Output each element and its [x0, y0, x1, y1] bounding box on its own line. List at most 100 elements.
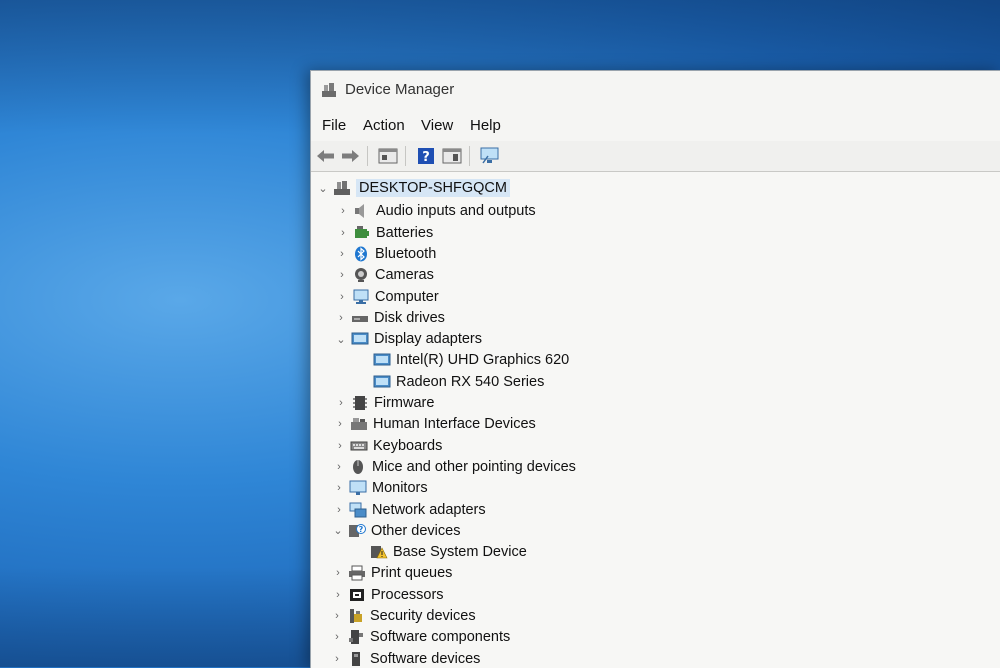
warning-device-icon	[371, 546, 388, 559]
printer-icon	[349, 565, 365, 581]
other-devices-icon: ?	[349, 523, 366, 537]
tree-category-label: Processors	[371, 586, 444, 603]
tree-category-bluetooth[interactable]: › Bluetooth	[336, 244, 436, 264]
expand-chevron-icon[interactable]: ›	[336, 269, 348, 281]
tree-category-label: Mice and other pointing devices	[372, 458, 576, 475]
expand-chevron-icon[interactable]: ›	[333, 482, 345, 494]
expand-chevron-icon[interactable]: ›	[335, 312, 347, 324]
window-title: Device Manager	[345, 81, 455, 98]
mouse-icon	[353, 459, 363, 474]
tree-category-disk-drives[interactable]: › Disk drives	[335, 308, 445, 328]
tree-device-base-system-device[interactable]: Base System Device	[366, 542, 527, 562]
tree-device-radeon-rx-540-series[interactable]: Radeon RX 540 Series	[369, 372, 544, 392]
tree-category-label: Bluetooth	[375, 245, 437, 262]
display-adapter-icon	[373, 375, 391, 388]
processor-icon	[350, 588, 364, 601]
svg-text:?: ?	[359, 525, 364, 534]
expand-chevron-icon[interactable]: ›	[331, 653, 343, 665]
tree-category-print-queues[interactable]: › Print queues	[332, 563, 452, 583]
tree-category-label: Computer	[375, 288, 439, 305]
forward-icon[interactable]	[339, 145, 361, 167]
expand-chevron-icon[interactable]: ›	[334, 440, 346, 452]
menu-view[interactable]: View	[421, 117, 453, 134]
toolbar: ?	[311, 141, 1000, 172]
tree-category-label: Cameras	[375, 267, 434, 284]
menu-help[interactable]: Help	[470, 117, 501, 134]
computer-root-icon	[334, 181, 350, 195]
tree-device-intel-r-uhd-graphics-620[interactable]: Intel(R) UHD Graphics 620	[369, 350, 569, 370]
expand-chevron-icon[interactable]: ›	[331, 631, 343, 643]
show-hide-icon[interactable]	[441, 145, 463, 167]
monitor-icon	[349, 480, 367, 496]
device-manager-window: Device Manager File Action View Help ? ⌄…	[310, 70, 1000, 668]
title-bar[interactable]: Device Manager	[311, 71, 1000, 111]
expand-chevron-icon[interactable]: ›	[336, 291, 348, 303]
tree-category-firmware[interactable]: › Firmware	[335, 393, 434, 413]
toolbar-separator	[469, 146, 470, 166]
tree-category-computer[interactable]: › Computer	[336, 287, 439, 307]
tree-category-label: Batteries	[376, 224, 434, 241]
tree-category-keyboards[interactable]: › Keyboards	[334, 436, 442, 456]
tree-category-label: Software components	[370, 629, 511, 646]
tree-category-label: Monitors	[372, 480, 428, 497]
tree-device-label: Intel(R) UHD Graphics 620	[396, 352, 570, 369]
expand-chevron-icon[interactable]: ›	[335, 397, 347, 409]
expand-chevron-icon[interactable]: ›	[332, 567, 344, 579]
tree-category-monitors[interactable]: › Monitors	[333, 478, 428, 498]
expand-chevron-icon[interactable]: ›	[334, 418, 346, 430]
collapse-chevron-icon[interactable]: ⌄	[332, 524, 344, 537]
expand-chevron-icon[interactable]: ›	[336, 248, 348, 260]
back-icon[interactable]	[315, 145, 337, 167]
tree-category-software-devices[interactable]: › Software devices	[331, 649, 480, 668]
tree-category-label: Audio inputs and outputs	[376, 203, 536, 220]
tree-category-batteries[interactable]: › Batteries	[337, 223, 433, 243]
tree-category-audio-inputs-and-outputs[interactable]: › Audio inputs and outputs	[337, 201, 536, 221]
tree-category-processors[interactable]: › Processors	[332, 585, 444, 605]
software-component-icon	[349, 630, 363, 645]
tree-category-label: Other devices	[371, 522, 461, 539]
software-device-icon	[352, 651, 360, 666]
tree-category-label: Display adapters	[374, 331, 482, 348]
tree-category-software-components[interactable]: › Software components	[331, 627, 510, 647]
expand-chevron-icon[interactable]: ›	[331, 610, 343, 622]
hid-icon	[351, 418, 367, 431]
tree-category-other-devices[interactable]: ⌄? Other devices	[332, 521, 460, 541]
tree-device-label: Radeon RX 540 Series	[396, 373, 545, 390]
camera-icon	[355, 268, 367, 283]
menu-action[interactable]: Action	[363, 117, 405, 134]
expand-chevron-icon[interactable]: ›	[333, 461, 345, 473]
collapse-chevron-icon[interactable]: ⌄	[335, 333, 347, 346]
scan-monitor-icon[interactable]	[479, 145, 501, 167]
speaker-icon	[355, 204, 364, 219]
security-icon	[350, 609, 362, 623]
help-icon[interactable]: ?	[415, 145, 437, 167]
tree-category-mice-and-other-pointing-devices[interactable]: › Mice and other pointing devices	[333, 457, 576, 477]
expand-chevron-icon[interactable]: ›	[333, 504, 345, 516]
battery-icon	[355, 225, 369, 238]
tree-device-label: Base System Device	[393, 544, 527, 561]
menu-file[interactable]: File	[322, 117, 346, 134]
toolbar-separator	[405, 146, 406, 166]
tree-category-display-adapters[interactable]: ⌄ Display adapters	[335, 329, 482, 349]
tree-category-label: Software devices	[370, 650, 481, 667]
collapse-chevron-icon[interactable]: ⌄	[317, 182, 329, 195]
bluetooth-icon	[355, 246, 367, 262]
tree-category-label: Disk drives	[374, 309, 445, 326]
properties-icon[interactable]	[377, 145, 399, 167]
tree-root[interactable]: ⌄ DESKTOP-SHFGQCM	[317, 178, 510, 198]
svg-text:?: ?	[422, 150, 430, 165]
disk-icon	[352, 315, 368, 322]
toolbar-separator	[367, 146, 368, 166]
tree-category-label: Network adapters	[372, 501, 486, 518]
tree-category-security-devices[interactable]: › Security devices	[331, 606, 475, 626]
expand-chevron-icon[interactable]: ›	[332, 589, 344, 601]
firmware-icon	[353, 396, 367, 410]
tree-category-human-interface-devices[interactable]: › Human Interface Devices	[334, 414, 536, 434]
root-label: DESKTOP-SHFGQCM	[356, 179, 510, 197]
tree-category-network-adapters[interactable]: › Network adapters	[333, 500, 486, 520]
expand-chevron-icon[interactable]: ›	[337, 205, 349, 217]
expand-chevron-icon[interactable]: ›	[337, 227, 349, 239]
tree-category-cameras[interactable]: › Cameras	[336, 265, 434, 285]
network-icon	[349, 502, 367, 517]
display-adapter-icon	[373, 353, 391, 366]
